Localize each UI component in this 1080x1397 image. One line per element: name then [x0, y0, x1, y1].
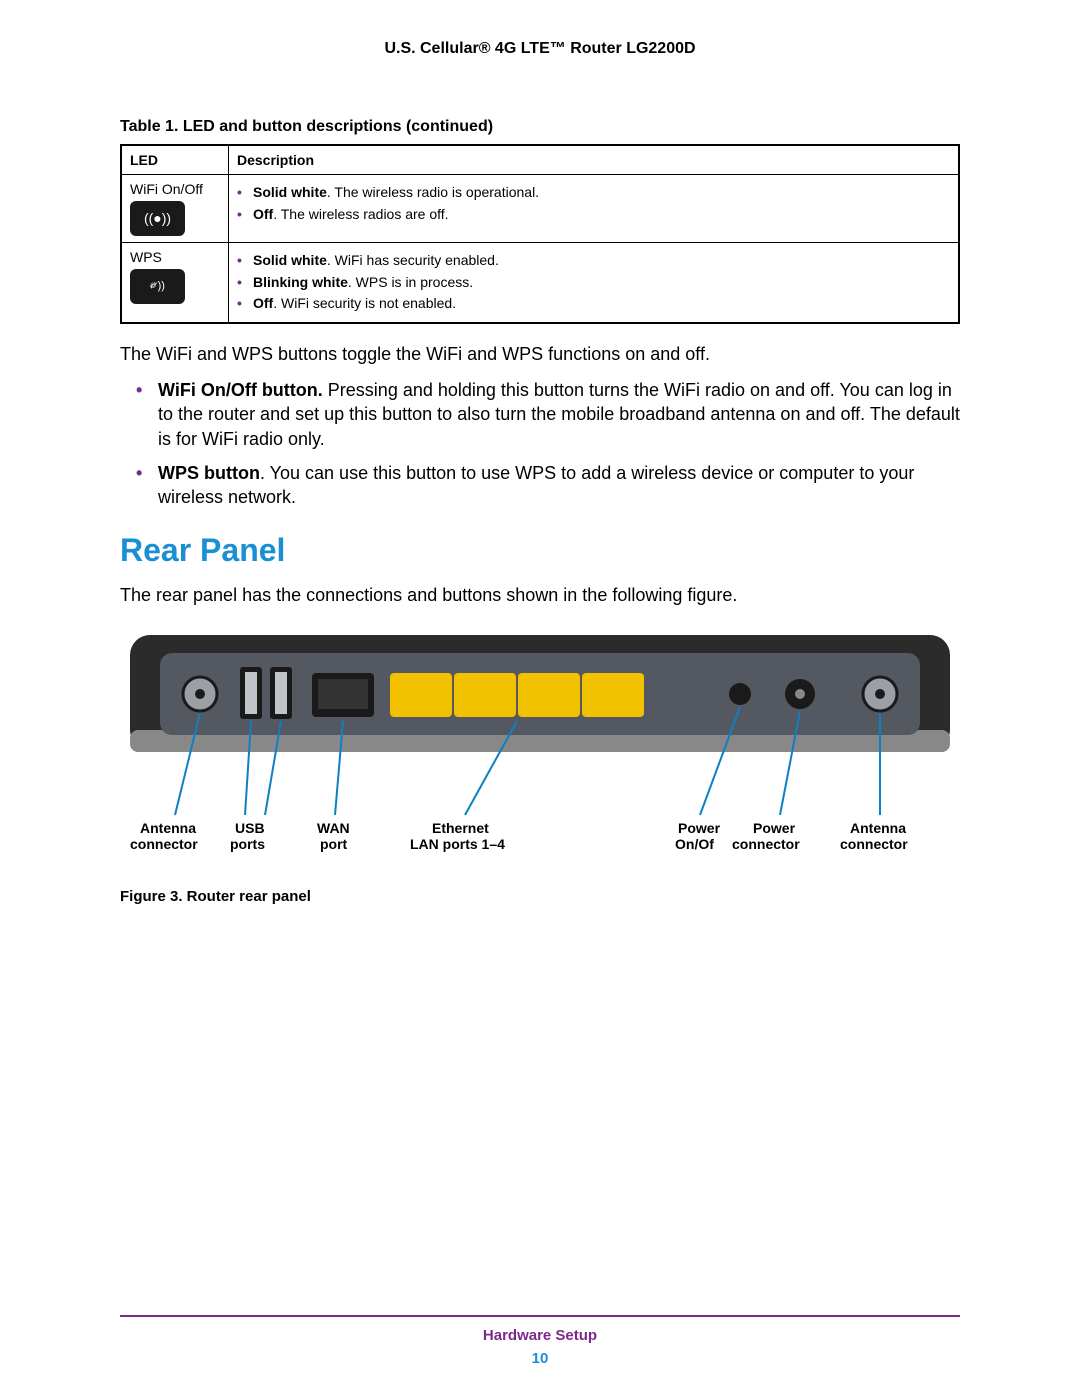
desc-item: Off. WiFi security is not enabled.: [237, 294, 950, 314]
label-antenna-right: Antenna: [850, 820, 906, 836]
label-ethernet: Ethernet: [432, 820, 489, 836]
label-antenna-right-2: connector: [840, 836, 908, 852]
label-power-btn: Power: [678, 820, 721, 836]
label-power-btn-2: On/Of: [675, 836, 714, 852]
rear-intro-paragraph: The rear panel has the connections and b…: [120, 583, 960, 607]
led-name-wifi: WiFi On/Off: [130, 181, 203, 197]
figure-caption: Figure 3. Router rear panel: [120, 888, 960, 905]
table-caption: Table 1. LED and button descriptions (co…: [120, 118, 960, 136]
label-usb: USB: [235, 820, 265, 836]
label-ethernet-2: LAN ports 1–4: [410, 836, 505, 852]
wps-icon: ༗)): [130, 269, 185, 304]
led-name-wps: WPS: [130, 249, 162, 265]
page-header-title: U.S. Cellular® 4G LTE™ Router LG2200D: [120, 40, 960, 58]
desc-item: Solid white. WiFi has security enabled.: [237, 251, 950, 271]
router-rear-figure: Antenna connector USB ports WAN port Eth…: [120, 625, 960, 905]
label-usb-2: ports: [230, 836, 265, 852]
wifi-onoff-icon: ((●)): [130, 201, 185, 236]
desc-item: Blinking white. WPS is in process.: [237, 273, 950, 293]
label-power-conn: Power: [753, 820, 796, 836]
label-power-conn-2: connector: [732, 836, 800, 852]
button-bullet-wifi: WiFi On/Off button. Pressing and holding…: [158, 378, 960, 451]
desc-item: Off. The wireless radios are off.: [237, 205, 950, 225]
table-row: WiFi On/Off ((●)) Solid white. The wirel…: [121, 175, 959, 243]
footer-section-name: Hardware Setup: [120, 1327, 960, 1344]
router-rear-svg: Antenna connector USB ports WAN port Eth…: [120, 625, 960, 875]
footer-divider: [120, 1315, 960, 1317]
table-header-description: Description: [229, 145, 960, 175]
label-antenna-left-2: connector: [130, 836, 198, 852]
footer-page-number: 10: [120, 1350, 960, 1367]
table-header-led: LED: [121, 145, 229, 175]
page-footer: Hardware Setup 10: [120, 1315, 960, 1367]
label-wan-2: port: [320, 836, 348, 852]
section-heading-rear-panel: Rear Panel: [120, 532, 960, 569]
intro-paragraph: The WiFi and WPS buttons toggle the WiFi…: [120, 342, 960, 366]
led-table: LED Description WiFi On/Off ((●)) Solid …: [120, 144, 960, 324]
desc-item: Solid white. The wireless radio is opera…: [237, 183, 950, 203]
label-wan: WAN: [317, 820, 350, 836]
label-antenna-left: Antenna: [140, 820, 196, 836]
table-row: WPS ༗)) Solid white. WiFi has security e…: [121, 243, 959, 323]
button-bullet-wps: WPS button. You can use this button to u…: [158, 461, 960, 510]
